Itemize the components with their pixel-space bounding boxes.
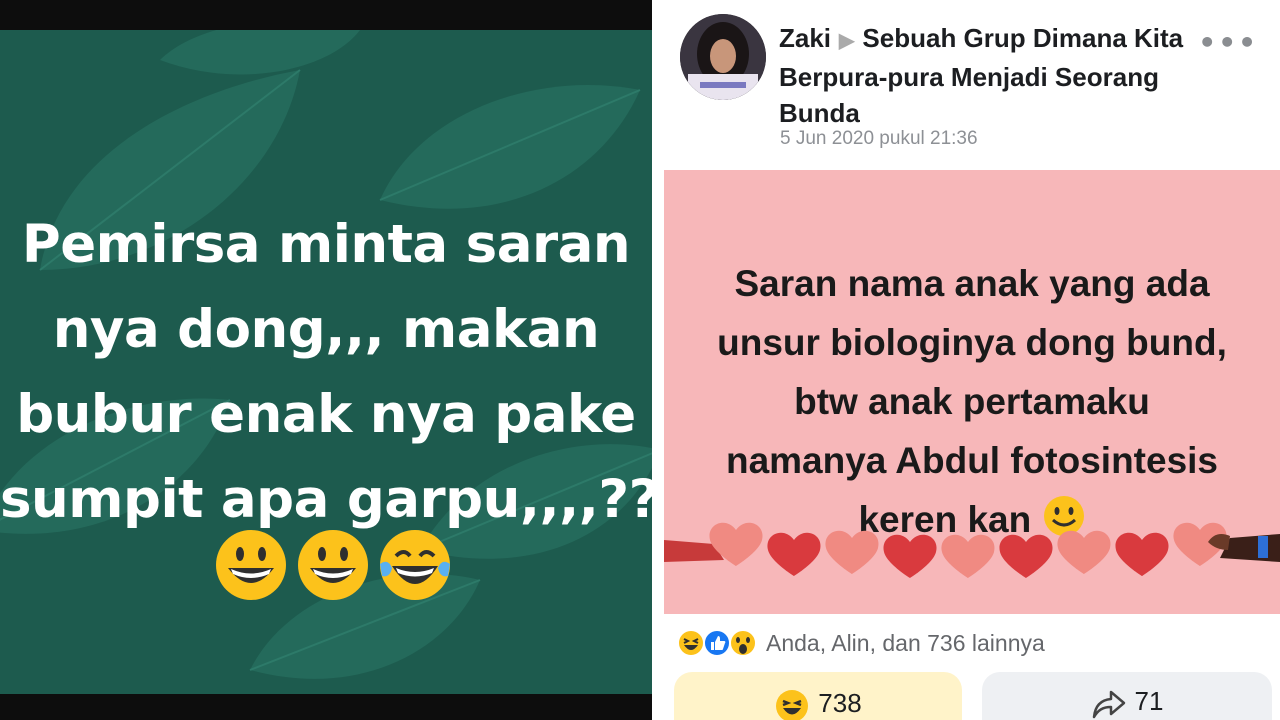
left-post-line: bubur enak nya pake [16,384,636,445]
profile-photo [680,14,766,100]
left-post-text: Pemirsa minta saran nya dong,,, makan bu… [0,202,652,542]
left-post-panel: Pemirsa minta saran nya dong,,, makan bu… [0,0,652,720]
card-line: btw anak pertamaku [794,381,1150,422]
grinning-face-icon [216,530,286,600]
right-post-panel: Zaki ▶ Sebuah Grup Dimana Kita Berpura-pur… [652,0,1280,720]
reaction-count-button[interactable]: 738 [674,672,962,720]
post-header: Zaki ▶ Sebuah Grup Dimana Kita Berpura-pur… [779,20,1219,131]
post-content-card: Saran nama anak yang ada unsur biologiny… [664,170,1280,614]
share-count: 71 [1134,686,1164,716]
left-post-line: Pemirsa minta saran [21,214,631,275]
share-button[interactable]: 71 [982,672,1272,720]
card-line: namanya Abdul fotosintesis [725,440,1219,481]
avatar[interactable] [680,14,766,100]
tears-of-joy-icon [380,530,450,600]
left-emoji-row [214,528,452,602]
reactions-summary-text: Anda, Alin, dan 736 lainnya [766,629,1045,656]
hearts-chain-decoration [664,522,1280,578]
haha-icon [776,690,809,720]
card-line: unsur biologinya dong bund, [717,322,1227,363]
share-icon [1092,690,1125,719]
left-post-line: nya dong,,, makan [52,299,600,360]
reaction-count: 738 [818,688,862,718]
reactions-summary[interactable]: Anda, Alin, dan 736 lainnya [676,628,1045,658]
card-line: Saran nama anak yang ada [734,263,1210,304]
left-post-background: Pemirsa minta saran nya dong,,, makan bu… [0,30,652,694]
more-options-icon[interactable]: ••• [1198,26,1258,59]
grinning-face-icon [298,530,368,600]
post-timestamp[interactable]: 5 Jun 2020 pukul 21:36 [780,128,978,150]
author-name[interactable]: Zaki [779,23,831,53]
wow-icon [729,629,757,657]
arrow-right-icon: ▶ [839,30,855,52]
